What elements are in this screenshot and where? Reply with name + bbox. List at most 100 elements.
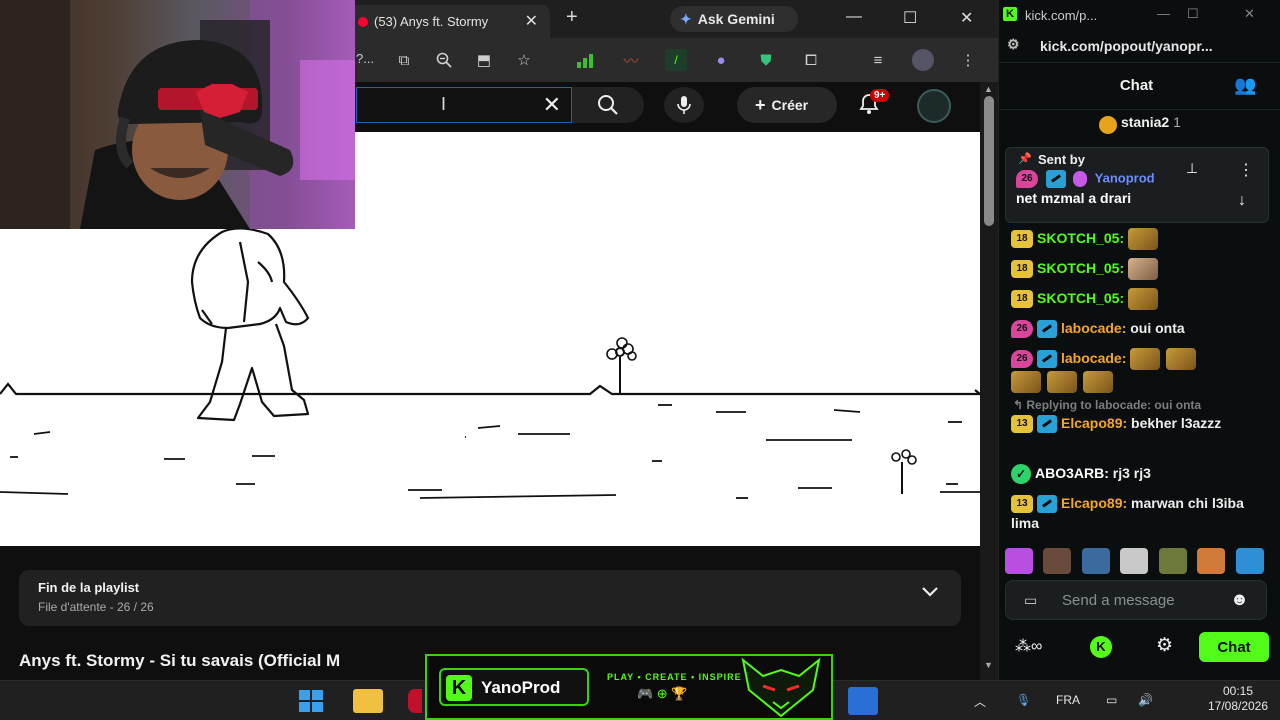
sub-badge: 18 xyxy=(1011,290,1033,309)
emote-icon[interactable] xyxy=(1081,548,1110,574)
emote-icon[interactable] xyxy=(1005,548,1033,574)
hammer-badge-icon xyxy=(1037,350,1057,369)
notifications-button[interactable]: 9+ xyxy=(856,89,890,117)
kick-logo-icon: K xyxy=(446,675,472,701)
kick-minimize-button[interactable]: — xyxy=(1157,6,1170,21)
channel-avatar[interactable] xyxy=(917,89,951,123)
chat-username[interactable]: Elcapo89: xyxy=(1061,415,1127,431)
chat-message: 26 labocade: oui onta xyxy=(1011,318,1261,339)
chat-footer: ⁂∞ K ⚙ Chat xyxy=(999,628,1280,668)
translate-icon[interactable]: ⧉ xyxy=(393,49,415,71)
chat-message: 13 Elcapo89: bekher l3azzz xyxy=(1011,413,1261,434)
scroll-down-icon[interactable]: ▼ xyxy=(984,660,993,670)
site-settings-icon[interactable]: ⚙ xyxy=(1007,36,1020,53)
kick-address-bar[interactable]: ⚙ kick.com/popout/yanopr... xyxy=(999,30,1280,62)
profile-avatar-icon[interactable] xyxy=(912,49,934,71)
search-input[interactable]: I ✕ xyxy=(356,87,572,123)
emoji-picker-icon[interactable]: ☻ xyxy=(1230,589,1249,610)
emote-icon[interactable] xyxy=(1197,548,1226,574)
keyboard-language[interactable]: FRA xyxy=(1056,693,1080,707)
chat-username[interactable]: SKOTCH_05: xyxy=(1037,260,1124,276)
chat-username[interactable]: Elcapo89: xyxy=(1061,495,1127,511)
reply-arrow-icon: ↰ xyxy=(1013,398,1027,412)
kick-k-icon[interactable]: K xyxy=(1090,636,1112,658)
media-queue-icon[interactable]: ≡ xyxy=(867,49,889,71)
emote-icon[interactable] xyxy=(1158,548,1187,574)
chat-message-input[interactable]: ▭ Send a message ☻ xyxy=(1005,580,1267,620)
reply-context: ↰ Replying to labocade: oui onta xyxy=(1013,398,1268,412)
chat-input-badge-icon[interactable]: ▭ xyxy=(1024,592,1037,609)
chat-username[interactable]: SKOTCH_05: xyxy=(1037,230,1124,246)
playlist-panel[interactable]: Fin de la playlist File d'attente - 26 /… xyxy=(19,570,961,626)
scroll-up-icon[interactable]: ▲ xyxy=(984,84,993,94)
kick-address-text: kick.com/popout/yanopr... xyxy=(1040,38,1213,54)
top-gifter[interactable]: stania2 1 xyxy=(999,110,1280,138)
pinned-more-icon[interactable]: ⋮ xyxy=(1238,160,1254,180)
page-scrollbar[interactable]: ▲ ▼ xyxy=(980,82,998,680)
install-icon[interactable]: ⬒ xyxy=(473,49,495,71)
arrow-down-icon[interactable]: ↓ xyxy=(1238,192,1246,210)
bookmark-star-icon[interactable]: ☆ xyxy=(513,49,535,71)
kick-window-title: kick.com/p... xyxy=(1025,8,1098,23)
emote-icon[interactable] xyxy=(1120,548,1149,574)
wolf-logo-icon xyxy=(741,657,821,718)
pinned-message[interactable]: 📌 Sent by ⊥ ⋮ 26 Yanoprod net mzmal a dr… xyxy=(1005,147,1269,223)
clap-emote-icon xyxy=(1128,288,1159,311)
browser-menu-icon[interactable]: ⋮ xyxy=(957,49,979,71)
extension-wave-icon[interactable]: 〰 xyxy=(620,49,642,71)
tab-close-icon[interactable]: ✕ xyxy=(525,11,538,31)
chevron-down-icon[interactable] xyxy=(921,586,939,598)
extension-shield-icon[interactable]: ⛊ xyxy=(755,49,777,71)
scrollbar-thumb[interactable] xyxy=(984,96,994,226)
clap-emote-icon xyxy=(1083,370,1113,393)
maximize-button[interactable]: ☐ xyxy=(903,8,917,28)
send-chat-button[interactable]: Chat xyxy=(1199,632,1269,662)
notification-count-badge: 9+ xyxy=(870,89,890,102)
pinned-username[interactable]: Yanoprod xyxy=(1095,170,1155,185)
extensions-puzzle-icon[interactable]: ⧠ xyxy=(800,49,822,71)
voice-search-button[interactable] xyxy=(664,87,704,123)
emote-icon[interactable] xyxy=(1235,548,1264,574)
create-button[interactable]: + Créer xyxy=(737,87,837,123)
search-button[interactable] xyxy=(572,87,644,123)
chat-users-icon[interactable]: 👥 xyxy=(1234,75,1256,96)
close-window-button[interactable]: ✕ xyxy=(960,8,973,28)
reply-label: Replying to labocade: oui onta xyxy=(1026,398,1202,412)
zoom-icon[interactable] xyxy=(433,49,455,71)
tab-youtube[interactable]: (53) Anys ft. Stormy ✕ xyxy=(350,5,550,38)
kick-close-button[interactable]: ✕ xyxy=(1244,6,1255,22)
file-explorer-icon[interactable] xyxy=(353,689,383,713)
stream-banner: K YanoProd PLAY • CREATE • INSPIRE 🎮 ⊕ 🏆 xyxy=(425,654,833,720)
app-blue-icon[interactable] xyxy=(848,687,878,715)
tray-expand-icon[interactable]: ︿ xyxy=(974,693,986,710)
extension-terminal-icon[interactable]: / xyxy=(665,49,687,71)
yanoprod-logo: K YanoProd xyxy=(439,668,589,706)
minimize-button[interactable]: — xyxy=(846,8,862,26)
search-icon xyxy=(598,95,618,115)
kick-maximize-button[interactable]: ☐ xyxy=(1187,6,1199,22)
video-title: Anys ft. Stormy - Si tu savais (Official… xyxy=(19,651,341,670)
plus-icon: + xyxy=(755,94,766,115)
app-red-icon[interactable] xyxy=(408,689,422,713)
chat-header: Chat 👥 xyxy=(999,62,1280,110)
sub-badge: 18 xyxy=(1011,230,1033,249)
extension-ghost-icon[interactable]: ● xyxy=(710,49,732,71)
volume-icon[interactable]: 🔊 xyxy=(1138,693,1153,707)
network-icon[interactable]: ▭ xyxy=(1106,693,1117,707)
clear-search-icon[interactable]: ✕ xyxy=(543,92,561,118)
chat-username[interactable]: labocade: xyxy=(1061,350,1126,366)
chat-username[interactable]: SKOTCH_05: xyxy=(1037,290,1124,306)
chat-username[interactable]: labocade: xyxy=(1061,320,1126,336)
new-tab-button[interactable]: + xyxy=(566,6,578,29)
chat-settings-icon[interactable]: ⚙ xyxy=(1156,634,1173,657)
microphone-tray-icon[interactable]: 🎙 xyxy=(1016,693,1031,707)
system-clock[interactable]: 00:15 17/08/2026 xyxy=(1200,684,1276,714)
ask-gemini-button[interactable]: ✦ Ask Gemini xyxy=(670,6,798,32)
chat-username[interactable]: ABO3ARB: xyxy=(1035,465,1109,481)
extension-chart-icon[interactable] xyxy=(575,49,597,71)
pinned-pin-icon[interactable]: ⊥ xyxy=(1186,160,1198,177)
emote-icon[interactable] xyxy=(1043,548,1072,574)
hammer-badge-icon xyxy=(1037,320,1057,339)
windows-start-icon[interactable] xyxy=(298,689,326,713)
points-icon[interactable]: ⁂∞ xyxy=(1015,636,1042,656)
